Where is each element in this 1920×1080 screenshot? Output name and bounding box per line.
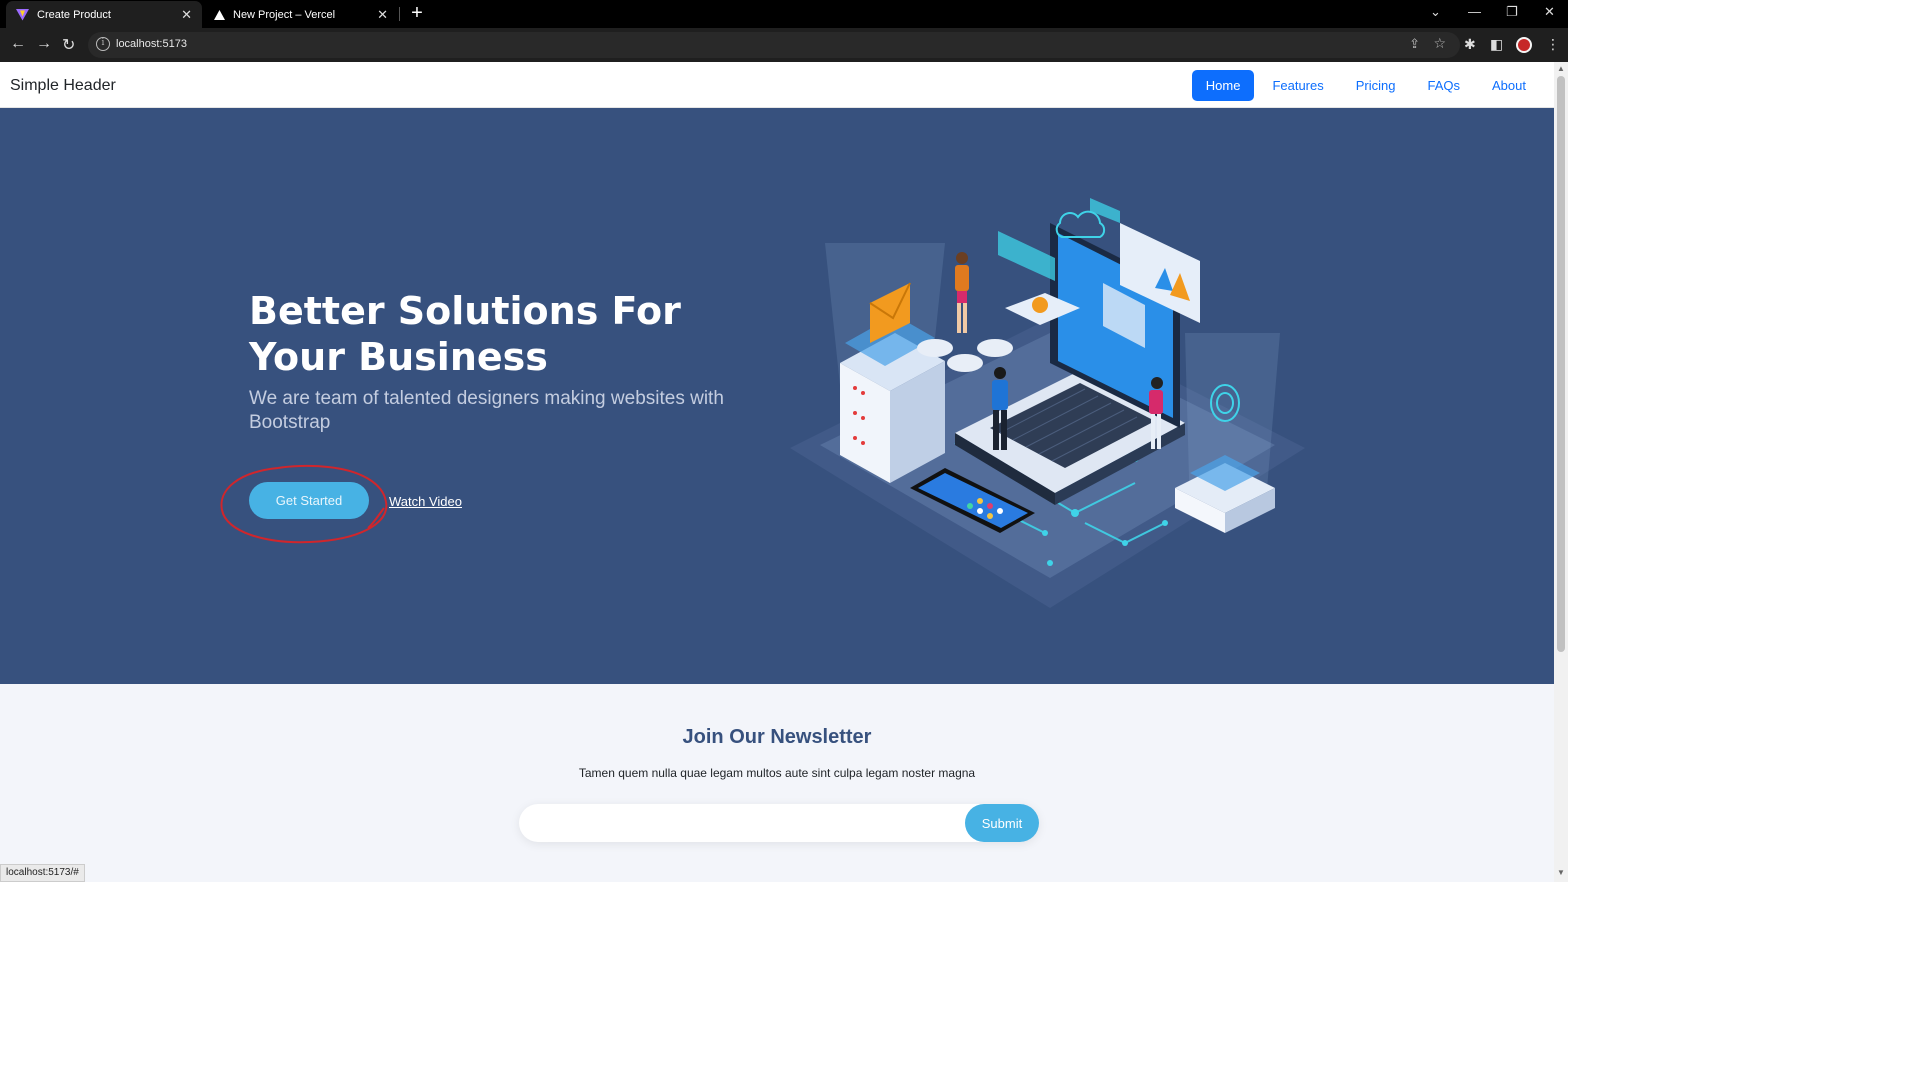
extensions-icon[interactable]: ✱ [1464,36,1476,53]
scrollbar-thumb[interactable] [1557,76,1565,652]
forward-icon[interactable]: → [36,35,52,53]
vite-icon [16,9,29,21]
hero-section: Better Solutions For Your Business We ar… [0,108,1554,684]
bookmark-star-icon[interactable]: ☆ [1433,35,1446,52]
back-icon[interactable]: ← [10,35,26,53]
newsletter-title: Join Our Newsletter [682,726,872,748]
close-tab-icon[interactable]: ✕ [181,7,192,23]
site-info-icon[interactable]: i [96,37,110,51]
scroll-up-icon[interactable]: ▲ [1557,64,1565,73]
tab-search-icon[interactable]: ⌄ [1430,4,1441,20]
close-tab-icon[interactable]: ✕ [377,7,388,23]
newsletter-text: Tamen quem nulla quae legam multos aute … [578,766,976,780]
newsletter-submit-button[interactable]: Submit [965,804,1039,842]
reload-icon[interactable]: ↻ [62,35,75,55]
browser-tab-bar: Create Product ✕ New Project – Vercel ✕ … [0,0,1568,28]
share-icon[interactable]: ⇪ [1409,36,1420,52]
scroll-down-icon[interactable]: ▼ [1557,868,1565,877]
menu-kebab-icon[interactable]: ⋮ [1546,36,1560,53]
nav-about[interactable]: About [1478,70,1540,101]
tab-create-product[interactable]: Create Product ✕ [6,1,202,28]
address-bar[interactable]: i localhost:5173 ⇪ ☆ [88,32,1460,58]
hero-subtitle: We are team of talented designers making… [249,388,724,433]
annotation-circle [220,464,388,544]
newsletter-email-input[interactable] [531,810,961,836]
restore-icon[interactable]: ❐ [1506,4,1518,20]
nav-pricing[interactable]: Pricing [1342,70,1410,101]
web-page: Simple Header Home Features Pricing FAQs… [0,62,1554,882]
close-window-icon[interactable]: ✕ [1544,4,1555,20]
hero-illustration [790,198,1305,608]
vercel-icon [214,9,225,20]
tab-title: New Project – Vercel [233,8,336,21]
nav-faqs[interactable]: FAQs [1414,70,1475,101]
newsletter-section: Join Our Newsletter Tamen quem nulla qua… [0,684,1554,882]
watch-video-link[interactable]: Watch Video [389,494,462,509]
browser-toolbar: ← → ↻ i localhost:5173 ⇪ ☆ ✱ ◧ ⋮ [0,28,1568,62]
newsletter-form: Submit [519,804,1039,842]
hero-title: Better Solutions For Your Business [249,289,681,379]
status-bar-url: localhost:5173/# [0,864,85,882]
minimize-icon[interactable]: — [1468,4,1481,19]
tab-title: Create Product [37,8,111,21]
profile-avatar[interactable] [1516,37,1532,53]
nav-home[interactable]: Home [1191,70,1255,101]
page-scrollbar[interactable]: ▲ ▼ [1554,62,1568,882]
tab-divider [399,7,400,21]
side-panel-icon[interactable]: ◧ [1490,36,1503,53]
new-tab-icon[interactable]: + [406,2,428,25]
brand-logo[interactable]: Simple Header [10,77,116,95]
tab-new-project-vercel[interactable]: New Project – Vercel ✕ [204,1,398,28]
nav-features[interactable]: Features [1258,70,1337,101]
url-text[interactable]: localhost:5173 [116,38,187,50]
main-nav: Home Features Pricing FAQs About [1191,70,1540,101]
site-header: Simple Header Home Features Pricing FAQs… [0,62,1554,108]
